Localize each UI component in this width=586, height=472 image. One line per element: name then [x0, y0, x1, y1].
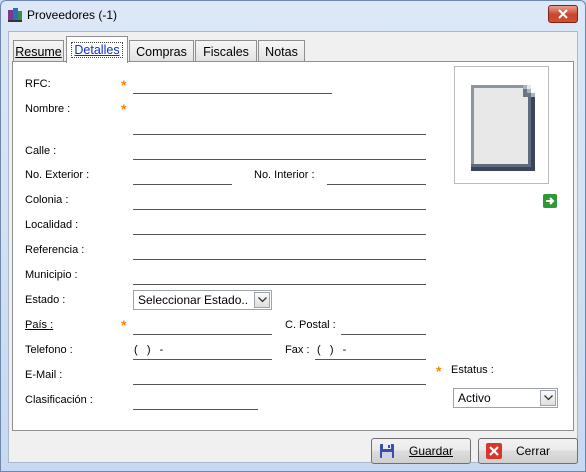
tab-fiscales-label: Fiscales [203, 44, 249, 59]
no-exterior-label: No. Exterior : [25, 169, 90, 181]
close-icon [558, 9, 568, 19]
client-area: Resume Detalles Compras Fiscales Notas R… [8, 31, 578, 464]
rfc-field[interactable] [133, 93, 332, 94]
app-icon [7, 7, 23, 23]
save-icon [379, 443, 395, 459]
colonia-field[interactable] [133, 209, 426, 210]
pais-field[interactable] [133, 334, 272, 335]
cpostal-field[interactable] [341, 334, 426, 335]
tab-notas[interactable]: Notas [258, 40, 305, 62]
nombre-required-marker: * [121, 101, 127, 117]
window-title: Proveedores (-1) [27, 8, 118, 22]
pais-required-marker: * [121, 317, 127, 333]
chevron-down-icon[interactable] [254, 292, 270, 308]
cerrar-button-label: Cerrar [516, 444, 551, 458]
estado-label: Estado : [25, 294, 66, 306]
tab-notas-label: Notas [265, 44, 298, 59]
no-interior-label: No. Interior : [254, 169, 315, 181]
calle-label: Calle : [25, 145, 57, 157]
photo-frame[interactable] [454, 66, 549, 184]
pais-label: País : [25, 319, 54, 331]
estatus-select[interactable]: Activo [453, 388, 558, 408]
referencia-label: Referencia : [25, 244, 85, 256]
clasificacion-field[interactable] [133, 409, 258, 410]
cpostal-label: C. Postal : [285, 319, 336, 331]
municipio-label: Municipio : [25, 269, 78, 281]
load-image-icon[interactable] [543, 194, 557, 208]
localidad-label: Localidad : [25, 219, 79, 231]
tab-resume-label: Resume [15, 44, 62, 59]
guardar-button-label: Guardar [409, 444, 454, 458]
rfc-label: RFC: [25, 78, 51, 90]
cerrar-button[interactable]: Cerrar [478, 438, 578, 464]
fax-field-mask: ( ) - [317, 344, 347, 356]
cancel-icon [486, 443, 502, 459]
tab-resume[interactable]: Resume [13, 40, 64, 62]
chevron-down-icon[interactable] [540, 390, 556, 406]
clasificacion-label: Clasificación : [25, 394, 93, 406]
rfc-required-marker: * [121, 77, 127, 93]
fax-field[interactable] [315, 359, 426, 360]
tab-detalles[interactable]: Detalles [66, 36, 128, 63]
guardar-button[interactable]: Guardar [371, 438, 471, 464]
close-window-button[interactable] [548, 5, 578, 23]
email-label: E-Mail : [25, 369, 63, 381]
estado-select-value: Seleccionar Estado.. [138, 293, 249, 307]
tab-detalles-label: Detalles [71, 42, 123, 58]
estado-select[interactable]: Seleccionar Estado.. [133, 290, 272, 310]
estatus-select-value: Activo [458, 391, 491, 405]
estatus-required-marker: * [436, 363, 442, 379]
telefono-field-mask: ( ) - [134, 344, 164, 356]
email-field[interactable] [133, 384, 426, 385]
telefono-field[interactable] [133, 359, 272, 360]
tab-compras-label: Compras [136, 44, 187, 59]
nombre-label: Nombre : [25, 103, 71, 115]
nombre-field[interactable] [133, 134, 426, 135]
municipio-field[interactable] [133, 284, 426, 285]
no-interior-field[interactable] [327, 184, 426, 185]
estatus-label: Estatus : [451, 364, 494, 376]
localidad-field[interactable] [133, 234, 426, 235]
fax-label: Fax : [285, 344, 310, 356]
detalles-panel: RFC: * Nombre : * Calle : No. Exterior :… [12, 61, 574, 431]
telefono-label: Telefono : [25, 344, 73, 356]
blank-document-icon [471, 85, 535, 171]
title-bar[interactable]: Proveedores (-1) [1, 1, 585, 29]
referencia-field[interactable] [133, 259, 426, 260]
tab-compras[interactable]: Compras [129, 40, 194, 62]
colonia-label: Colonia : [25, 194, 69, 206]
tab-fiscales[interactable]: Fiscales [195, 40, 257, 62]
no-exterior-field[interactable] [133, 184, 232, 185]
calle-field[interactable] [133, 159, 426, 160]
main-window: Proveedores (-1) Resume Detalles Compras… [0, 0, 586, 472]
